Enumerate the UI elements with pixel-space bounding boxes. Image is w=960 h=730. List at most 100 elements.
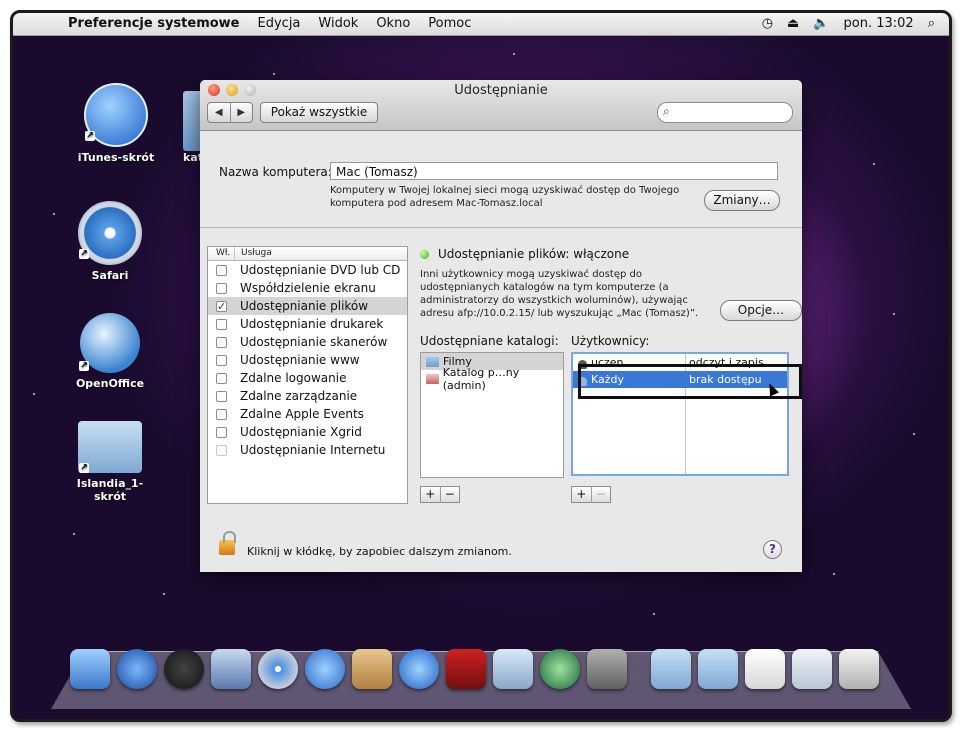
service-row-remote-management[interactable]: Zdalne zarządzanie — [208, 387, 407, 405]
front-row-icon[interactable] — [446, 649, 486, 689]
dock-icons — [70, 649, 910, 701]
change-name-button[interactable]: Zmiany… — [704, 190, 780, 211]
service-row-dvd[interactable]: Udostępnianie DVD lub CD — [208, 261, 407, 279]
status-led-icon — [420, 250, 429, 259]
help-button[interactable]: ? — [763, 540, 782, 559]
checkmark-icon[interactable]: ✓ — [216, 300, 227, 312]
html-document-icon[interactable] — [745, 649, 785, 689]
menu-window[interactable]: Okno — [376, 16, 410, 31]
desktop-icon-safari[interactable]: ↗ Safari — [65, 201, 155, 282]
lock-message: Kliknij w kłódkę, by zapobiec dalszym zm… — [247, 545, 512, 558]
eject-icon[interactable]: ⏏ — [787, 16, 799, 31]
time-machine-icon[interactable] — [540, 649, 580, 689]
menu-help[interactable]: Pomoc — [428, 16, 471, 31]
service-row-remote-login[interactable]: Zdalne logowanie — [208, 369, 407, 387]
address-book-icon[interactable] — [352, 649, 392, 689]
service-label: Udostępnianie www — [240, 353, 360, 367]
service-checkbox[interactable] — [216, 264, 227, 276]
openoffice-icon — [80, 313, 140, 373]
time-machine-icon[interactable]: ◷ — [762, 16, 773, 31]
service-checkbox[interactable] — [216, 408, 227, 420]
remove-folder-button[interactable]: − — [441, 487, 460, 502]
mail-icon[interactable] — [211, 649, 251, 689]
add-user-button[interactable]: + — [572, 487, 592, 502]
menu-edit[interactable]: Edycja — [258, 16, 301, 31]
menubar-menus: Preferencje systemowe Edycja Widok Okno … — [68, 16, 471, 31]
service-checkbox[interactable] — [216, 318, 227, 330]
back-arrow-icon[interactable]: ◀ — [208, 103, 231, 122]
service-label: Zdalne Apple Events — [240, 407, 364, 421]
service-label: Udostępnianie Internetu — [240, 443, 386, 457]
iphoto-icon[interactable] — [493, 649, 533, 689]
spotlight-icon[interactable]: ⌕ — [928, 16, 935, 31]
alias-arrow-icon: ↗ — [79, 463, 89, 473]
ichat-icon[interactable] — [305, 649, 345, 689]
desktop-icon-openoffice[interactable]: ↗ OpenOffice — [65, 313, 155, 390]
service-row-www[interactable]: Udostępnianie www — [208, 351, 407, 369]
screen-frame: Preferencje systemowe Edycja Widok Okno … — [10, 10, 952, 722]
menu-view[interactable]: Widok — [318, 16, 358, 31]
service-checkbox[interactable] — [216, 354, 227, 366]
remove-user-button[interactable]: − — [592, 487, 611, 502]
app-store-icon[interactable] — [117, 649, 157, 689]
service-row-files[interactable]: ✓ Udostępnianie plików — [208, 297, 407, 315]
service-row-scanners[interactable]: Udostępnianie skanerów — [208, 333, 407, 351]
add-folder-button[interactable]: + — [421, 487, 441, 502]
service-checkbox[interactable] — [216, 282, 227, 294]
finder-icon[interactable] — [70, 649, 110, 689]
service-label: Zdalne logowanie — [240, 371, 347, 385]
computer-name-field[interactable]: Mac (Tomasz) — [330, 162, 778, 180]
menu-app-name[interactable]: Preferencje systemowe — [68, 16, 240, 31]
options-button[interactable]: Opcje… — [720, 300, 802, 321]
show-all-button[interactable]: Pokaż wszystkie — [260, 102, 378, 123]
alias-arrow-icon: ↗ — [85, 131, 95, 141]
service-row-xgrid[interactable]: Udostępnianie Xgrid — [208, 423, 407, 441]
service-checkbox[interactable] — [216, 336, 227, 348]
service-label: Udostępnianie Xgrid — [240, 425, 362, 439]
header-service[interactable]: Usługa — [235, 247, 272, 260]
service-label: Udostępnianie plików — [240, 299, 369, 313]
shared-folders-label: Udostępniane katalogi: — [420, 334, 559, 348]
folder-row-admin[interactable]: Katalog p…ny (admin) — [421, 366, 563, 392]
folder-label: Katalog p…ny (admin) — [442, 365, 520, 392]
forward-arrow-icon[interactable]: ▶ — [231, 103, 253, 122]
documents-folder-icon[interactable] — [698, 649, 738, 689]
shared-folders-list: Filmy Katalog p…ny (admin) — [420, 352, 564, 478]
system-preferences-icon[interactable] — [587, 649, 627, 689]
search-input[interactable]: ⌕ — [657, 102, 793, 123]
service-row-screen[interactable]: Współdzielenie ekranu — [208, 279, 407, 297]
alias-arrow-icon: ↗ — [79, 249, 89, 259]
service-label: Udostępnianie DVD lub CD — [240, 263, 401, 277]
desktop-icon-label: Safari — [91, 269, 129, 282]
safari-icon[interactable] — [258, 649, 298, 689]
menubar: Preferencje systemowe Edycja Widok Okno … — [13, 13, 949, 36]
services-header: Wł. Usługa — [208, 247, 407, 261]
computer-name-label: Nazwa komputera: — [219, 165, 332, 179]
service-row-printers[interactable]: Udostępnianie drukarek — [208, 315, 407, 333]
clock[interactable]: pon. 13:02 — [844, 16, 914, 31]
itunes-icon[interactable] — [399, 649, 439, 689]
header-on[interactable]: Wł. — [208, 247, 235, 260]
folders-add-remove: + − — [420, 486, 460, 503]
service-checkbox[interactable] — [216, 444, 227, 456]
search-icon: ⌕ — [663, 104, 670, 118]
desktop-icon-itunes[interactable]: ↗ iTunes-skrót — [71, 83, 161, 164]
desktop-icon-label: OpenOffice — [75, 377, 145, 390]
downloads-stack-icon[interactable] — [792, 649, 832, 689]
window-title: Udostępnianie — [454, 83, 548, 98]
service-row-internet[interactable]: Udostępnianie Internetu — [208, 441, 407, 459]
trash-icon[interactable] — [839, 649, 879, 689]
sharing-window: Udostępnianie ◀ ▶ Pokaż wszystkie ⌕ Nazw… — [200, 80, 802, 572]
folder-icon — [426, 356, 439, 367]
dashboard-icon[interactable] — [164, 649, 204, 689]
lock-icon[interactable] — [219, 531, 236, 555]
service-checkbox[interactable] — [216, 372, 227, 384]
applications-folder-icon[interactable] — [651, 649, 691, 689]
service-label: Współdzielenie ekranu — [240, 281, 376, 295]
service-checkbox[interactable] — [216, 390, 227, 402]
desktop-icon-islandia[interactable]: ↗ Islandia_1-skrót — [65, 421, 155, 503]
service-checkbox[interactable] — [216, 426, 227, 438]
service-row-apple-events[interactable]: Zdalne Apple Events — [208, 405, 407, 423]
window-titlebar[interactable]: Udostępnianie ◀ ▶ Pokaż wszystkie ⌕ — [200, 80, 802, 131]
volume-icon[interactable]: 🔈 — [813, 16, 829, 31]
